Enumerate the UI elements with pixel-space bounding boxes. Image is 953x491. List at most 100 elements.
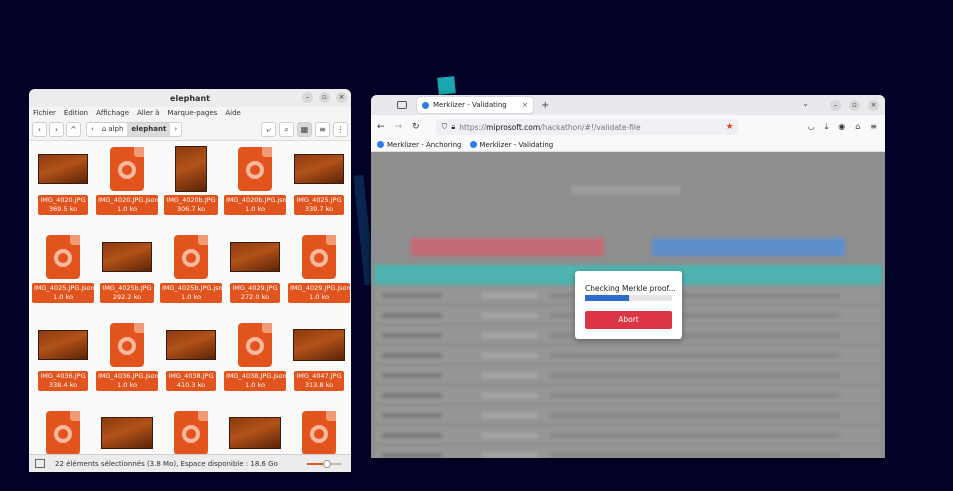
blurred-table-row [374,406,882,425]
menu-aller[interactable]: Aller à [137,109,159,117]
file-size: 1.0 ko [181,293,201,301]
bookmark-star-icon[interactable]: ★ [726,122,734,132]
zoom-slider[interactable] [307,460,341,468]
file-item[interactable]: IMG_4036.JPG 338.4 ko [31,321,95,409]
menu-edition[interactable]: Édition [64,109,88,117]
file-item[interactable]: IMG_4025.JPG 339.7 ko [287,145,351,233]
blurred-cell [480,411,540,420]
progress-bar-fill [585,295,629,301]
bookmark-label: Merklizer - Validating [479,141,554,149]
menu-icon[interactable]: ⋮ [333,122,348,137]
file-item[interactable]: IMG_4029.JPG.json 1.0 ko [287,233,351,321]
file-label: IMG_4025.JPG 339.7 ko [294,195,344,215]
file-item[interactable]: IMG_4020.JPG.json 1.0 ko [95,145,159,233]
url-scheme: https:// [459,122,487,132]
bookmarks-bar: Merklizer - Anchoring Merklizer - Valida… [371,139,885,152]
file-size: 1.0 ko [309,293,329,301]
blurred-cell [480,451,540,458]
file-size: 1.0 ko [245,205,265,213]
file-item[interactable]: IMG_4036.JPG.json 1.0 ko [95,321,159,409]
bookmark-anchoring[interactable]: Merklizer - Anchoring [377,141,462,149]
file-label: IMG_4047.JPG 313.8 ko [294,371,344,391]
file-size: 410.3 ko [176,381,206,389]
bookmark-validating[interactable]: Merklizer - Validating [469,141,554,149]
maximize-button[interactable]: ▫ [319,92,330,103]
image-thumbnail [38,330,88,360]
file-item[interactable]: IMG_4025b.JPG.json 1.0 ko [159,233,227,321]
pocket-icon[interactable]: ◡ [808,122,815,132]
menu-aide[interactable]: Aide [225,109,240,117]
chevron-right-icon[interactable]: › [170,123,181,136]
extensions-icon[interactable]: ⌂ [855,122,860,132]
file-item[interactable]: IMG_4025.JPG.json 1.0 ko [31,233,95,321]
file-thumbnail-area [287,321,351,369]
blurred-table-row [374,346,882,365]
forward-icon[interactable]: › [49,122,64,137]
file-name: IMG_4036.JPG.json [98,372,159,380]
json-file-icon [238,323,272,367]
image-thumbnail [38,154,88,184]
file-item[interactable]: IMG_4025b.JPG 292.2 ko [95,233,159,321]
blurred-button [411,238,604,256]
file-item[interactable]: IMG_4029.JPG 272.0 ko [223,233,287,321]
menu-fichier[interactable]: Fichier [33,109,56,117]
file-size: 338.4 ko [48,381,78,389]
json-file-icon [238,147,272,191]
toolbar: ‹ › ^ ‹ ⌂ alph elephant › ⤶ ⌕ ▦ ≡ ⋮ [29,119,351,141]
file-item[interactable]: IMG_4020b.JPG 306.7 ko [159,145,223,233]
file-manager-window: elephant – ▫ × Fichier Édition Affichage… [29,89,351,472]
menu-bar: Fichier Édition Affichage Aller à Marque… [29,107,351,119]
tab-list-icon[interactable] [397,101,407,109]
file-label: IMG_4029.JPG 272.0 ko [230,283,280,303]
breadcrumb-current[interactable]: elephant [127,123,171,136]
open-terminal-icon[interactable]: ⤶ [261,122,276,137]
search-icon[interactable]: ⌕ [279,122,294,137]
tab-title: Merklizer - Validating [433,101,507,109]
list-view-icon[interactable]: ≡ [315,122,330,137]
minimize-button[interactable]: – [830,100,841,111]
tab-merklizer-validating[interactable]: Merklizer - Validating × [417,97,533,113]
abort-button[interactable]: Abort [585,311,672,329]
file-item[interactable]: IMG_4020.JPG 369.5 ko [31,145,95,233]
json-file-icon [174,411,208,455]
app-menu-icon[interactable]: ≡ [870,122,877,132]
file-label: IMG_4020.JPG.json 1.0 ko [96,195,159,215]
minimize-button[interactable]: – [302,92,313,103]
account-icon[interactable]: ◉ [838,122,845,132]
download-icon[interactable]: ⤓ [825,122,829,132]
background-shape [437,76,456,95]
close-button[interactable]: × [868,100,879,111]
maximize-button[interactable]: ▫ [849,100,860,111]
forward-arrow-icon[interactable]: → [395,122,403,132]
new-tab-icon[interactable]: + [541,100,549,111]
reload-icon[interactable]: ↻ [412,122,420,132]
menu-marque-pages[interactable]: Marque-pages [167,109,217,117]
file-item[interactable]: IMG_4038.JPG.json 1.0 ko [223,321,287,409]
url-bar[interactable]: ⛉ 🔒︎ https://miprosoft.com/hackathon/#!/… [435,119,738,135]
file-label: IMG_4025b.JPG.json 1.0 ko [160,283,227,303]
file-manager-titlebar[interactable]: elephant – ▫ × [29,89,351,107]
breadcrumb-parent[interactable]: ⌂ alph [98,123,128,136]
file-item[interactable]: IMG_4038.JPG 410.3 ko [159,321,223,409]
menu-affichage[interactable]: Affichage [96,109,129,117]
file-thumbnail-area [223,409,287,457]
file-item[interactable]: IMG_4020b.JPG.json 1.0 ko [223,145,291,233]
grid-view-icon[interactable]: ▦ [297,122,312,137]
image-thumbnail [230,242,280,272]
up-icon[interactable]: ^ [66,122,81,137]
back-arrow-icon[interactable]: ← [377,122,385,132]
file-name: IMG_4038.JPG [168,372,214,380]
close-tab-icon[interactable]: × [522,101,528,109]
file-thumbnail-area [287,233,351,281]
back-icon[interactable]: ‹ [32,122,47,137]
zoom-slider-handle[interactable] [323,460,332,468]
file-size: 292.2 ko [112,293,142,301]
file-name: IMG_4025b.JPG.json [162,284,227,292]
file-thumbnail-area [95,233,159,281]
sidebar-toggle-icon[interactable] [35,459,45,468]
chevron-down-icon[interactable]: ⌄ [802,99,809,108]
file-item[interactable]: IMG_4047.JPG 313.8 ko [287,321,351,409]
json-file-icon [110,147,144,191]
close-button[interactable]: × [336,92,347,103]
chevron-left-icon[interactable]: ‹ [87,123,98,136]
